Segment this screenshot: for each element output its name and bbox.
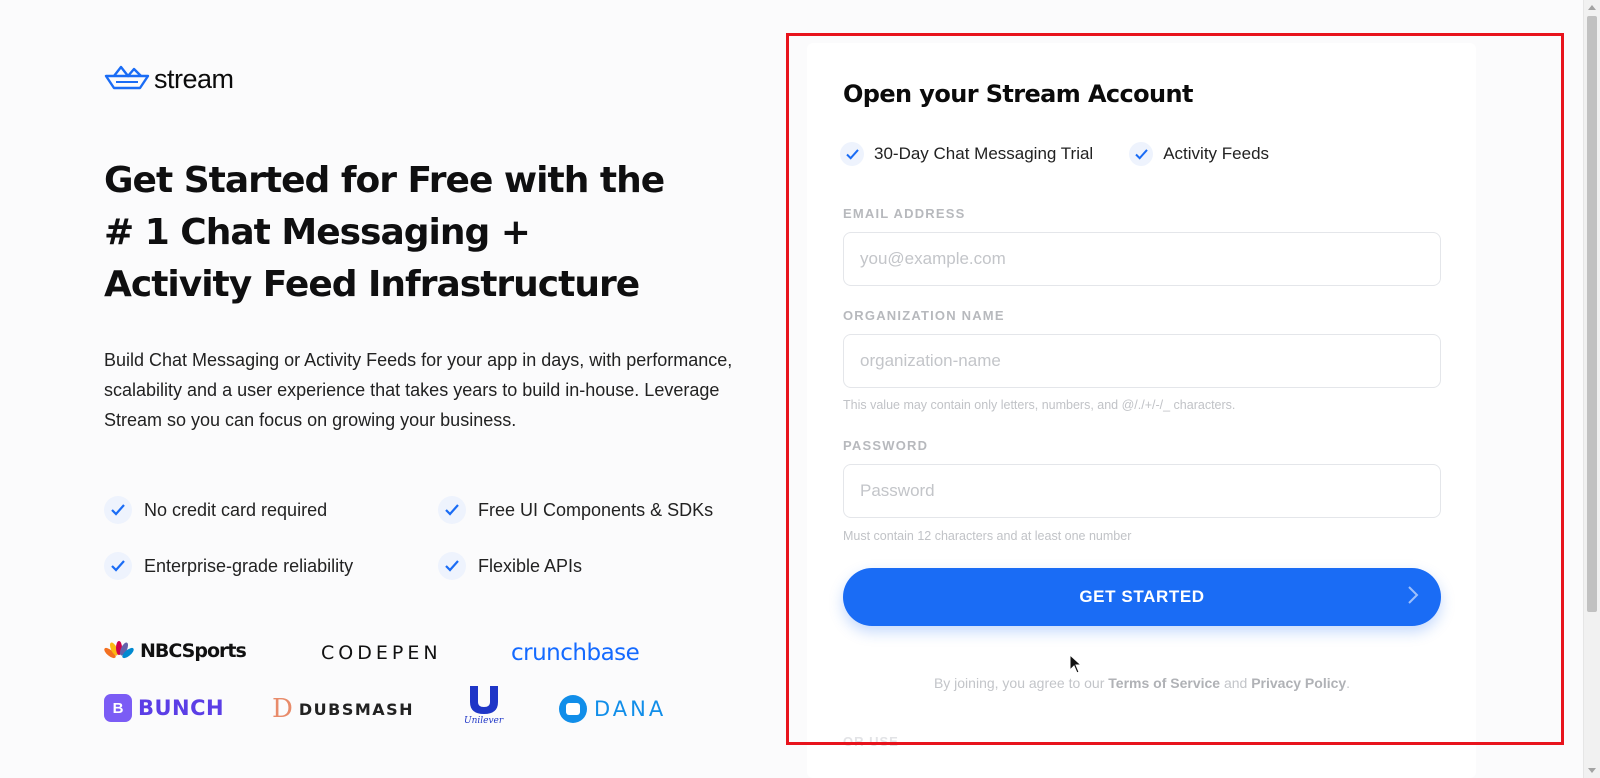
feature-item: Flexible APIs xyxy=(438,550,774,582)
checkmark-icon xyxy=(438,552,466,580)
legal-and: and xyxy=(1223,675,1248,691)
checkmark-icon xyxy=(104,552,132,580)
stream-logo[interactable]: stream xyxy=(104,64,234,95)
customer-logo-label: Unilever xyxy=(464,716,504,726)
checkmark-icon xyxy=(104,496,132,524)
peacock-icon xyxy=(104,641,134,659)
privacy-policy-link[interactable]: Privacy Policy xyxy=(1251,675,1346,691)
bunch-icon: B xyxy=(104,694,132,722)
headline-line-3: Activity Feed Infrastructure xyxy=(104,264,640,305)
email-field[interactable] xyxy=(843,232,1441,286)
customer-logo-label: crunchbase xyxy=(511,640,640,666)
feature-label: No credit card required xyxy=(144,499,328,520)
or-use-label: OR USE xyxy=(843,734,899,749)
customer-logo-label: DANA xyxy=(594,697,667,721)
organization-name-field[interactable] xyxy=(843,334,1441,388)
feature-item: Enterprise-grade reliability xyxy=(104,550,438,582)
signup-perks: 30-Day Chat Messaging Trial Activity Fee… xyxy=(840,142,1269,166)
password-label: PASSWORD xyxy=(843,438,929,453)
legal-suffix: . xyxy=(1346,675,1351,691)
logo-wordmark: stream xyxy=(154,64,234,94)
password-field[interactable] xyxy=(843,464,1441,518)
customer-logos: NBCSports CODEPEN crunchbase B BUNCH D D… xyxy=(104,640,784,760)
checkmark-icon xyxy=(438,496,466,524)
get-started-button[interactable]: GET STARTED xyxy=(843,568,1441,626)
password-hint: Must contain 12 characters and at least … xyxy=(843,529,1132,543)
customer-logo-label: CODEPEN xyxy=(321,642,442,664)
organization-label: ORGANIZATION NAME xyxy=(843,308,1005,323)
page-scrollbar[interactable] xyxy=(1583,0,1600,778)
hero-description: Build Chat Messaging or Activity Feeds f… xyxy=(104,350,733,430)
get-started-label: GET STARTED xyxy=(1079,587,1205,606)
hero-headline: Get Started for Free with the # 1 Chat M… xyxy=(104,155,704,311)
nbc-sports-logo: NBCSports xyxy=(104,640,247,662)
checkmark-icon xyxy=(840,142,864,166)
legal-notice: By joining, you agree to our Terms of Se… xyxy=(843,675,1441,691)
boat-logo-icon xyxy=(104,64,150,95)
scroll-up-icon[interactable] xyxy=(1588,5,1596,10)
perk-item: Activity Feeds xyxy=(1129,142,1269,166)
unilever-logo: Unilever xyxy=(464,684,503,726)
customer-logo-label: NBCSports xyxy=(140,640,247,662)
feature-item: No credit card required xyxy=(104,494,438,526)
signup-title: Open your Stream Account xyxy=(843,80,1194,108)
crunchbase-logo: crunchbase xyxy=(511,640,640,666)
codepen-logo: CODEPEN xyxy=(321,642,442,664)
feature-label: Enterprise-grade reliability xyxy=(144,555,354,576)
scroll-down-icon[interactable] xyxy=(1588,768,1596,773)
marketing-panel: stream Get Started for Free with the # 1… xyxy=(104,0,784,778)
feature-list: No credit card required Free UI Componen… xyxy=(104,494,774,582)
scroll-thumb[interactable] xyxy=(1587,16,1597,612)
organization-hint: This value may contain only letters, num… xyxy=(843,398,1236,412)
feature-item: Free UI Components & SDKs xyxy=(438,494,774,526)
perk-label: 30-Day Chat Messaging Trial xyxy=(874,144,1094,163)
terms-of-service-link[interactable]: Terms of Service xyxy=(1108,675,1220,691)
unilever-icon xyxy=(469,686,498,714)
feature-label: Free UI Components & SDKs xyxy=(478,499,714,520)
bunch-logo: B BUNCH xyxy=(104,694,224,722)
checkmark-icon xyxy=(1129,142,1154,166)
dana-icon xyxy=(559,695,587,723)
dubsmash-logo: D DUBSMASH xyxy=(272,694,414,724)
feature-label: Flexible APIs xyxy=(478,555,583,576)
customer-logo-label: DUBSMASH xyxy=(298,699,415,719)
chevron-right-icon xyxy=(1407,585,1419,610)
mouse-cursor-icon xyxy=(1069,653,1083,679)
email-label: EMAIL ADDRESS xyxy=(843,206,966,221)
headline-line-1: Get Started for Free with the xyxy=(104,160,665,201)
headline-line-2: # 1 Chat Messaging + xyxy=(104,212,531,253)
dubsmash-icon: D xyxy=(272,694,293,724)
customer-logo-label: BUNCH xyxy=(138,696,225,720)
perk-label: Activity Feeds xyxy=(1163,144,1270,163)
dana-logo: DANA xyxy=(558,694,666,724)
perk-item: 30-Day Chat Messaging Trial xyxy=(840,142,1093,166)
